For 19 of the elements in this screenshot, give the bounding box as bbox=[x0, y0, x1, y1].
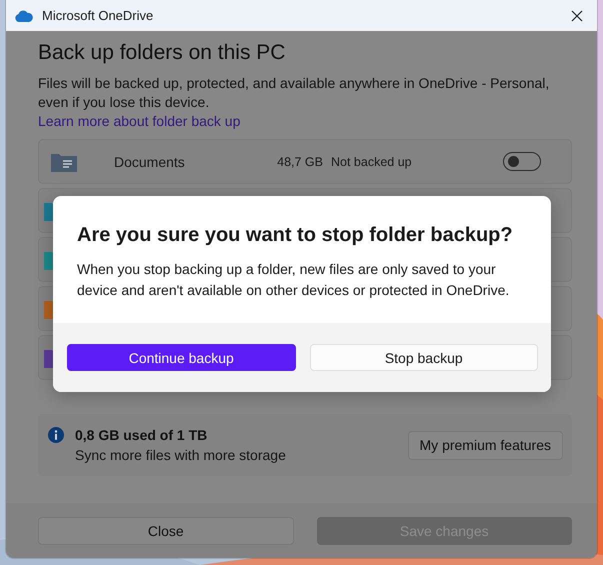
storage-hint: Sync more files with more storage bbox=[75, 447, 287, 463]
continue-button[interactable]: Continue backup bbox=[67, 344, 296, 371]
info-icon bbox=[48, 427, 64, 443]
dialog-title: Are you sure you want to stop folder backup? bbox=[77, 224, 514, 247]
window-title: Microsoft OneDrive bbox=[42, 8, 154, 23]
folder-size: 48,7 GB bbox=[276, 154, 323, 168]
cloud-icon bbox=[15, 10, 33, 22]
storage-usage: 0,8 GB used of 1 TB bbox=[75, 427, 208, 443]
dialog-message: When you stop backing up a folder, new files are only saved to your device and aren't available on other devices or protected in OneDrive. bbox=[77, 260, 510, 300]
close-button[interactable]: Close bbox=[38, 517, 294, 545]
folder-name: Documents bbox=[114, 154, 186, 170]
premium-features-button[interactable]: My premium features bbox=[408, 430, 563, 460]
backup-toggle[interactable] bbox=[503, 152, 541, 171]
close-icon[interactable] bbox=[571, 10, 583, 22]
page-description: Files will be backed up, protected, and available anywhere in OneDrive - Personal, even if you lose this device. bbox=[38, 74, 550, 112]
stop-button[interactable]: Stop backup bbox=[310, 344, 538, 371]
backup-status: Not backed up bbox=[331, 154, 413, 168]
page-heading: Back up folders on this PC bbox=[38, 41, 286, 65]
learn-more-link[interactable]: Learn more about folder back up bbox=[38, 112, 240, 131]
